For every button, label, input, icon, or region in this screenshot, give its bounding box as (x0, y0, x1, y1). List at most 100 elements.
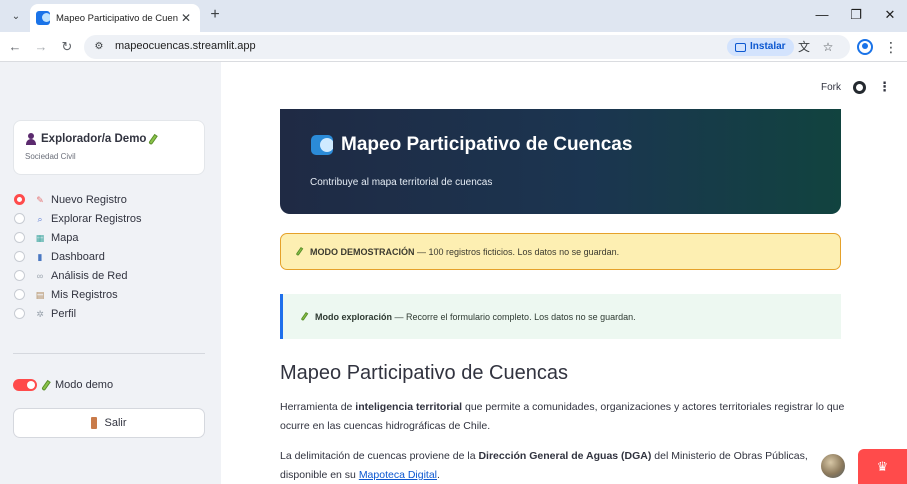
nav-item-label: Análisis de Red (51, 269, 128, 282)
app-toolbar: Fork ⋮ (821, 79, 891, 95)
creator-avatar[interactable] (820, 453, 846, 479)
memo-icon: ✎ (36, 194, 44, 205)
p2-text-after: . (437, 469, 440, 481)
user-card: Explorador/a Demo Sociedad Civil (13, 120, 205, 175)
address-bar: ← → ↻ ⚙ mapeocuencas.streamlit.app Insta… (0, 32, 907, 62)
map-icon: ▦ (35, 232, 45, 243)
github-icon[interactable] (853, 80, 866, 94)
radio-button[interactable] (14, 308, 25, 319)
radio-button[interactable] (14, 194, 25, 205)
minimize-button[interactable]: — (808, 4, 836, 26)
mapoteca-link[interactable]: Mapoteca Digital (359, 469, 437, 481)
person-icon (26, 133, 36, 145)
bar-chart-icon: ▮ (37, 251, 43, 262)
hero-banner: Mapeo Participativo de Cuencas Contribuy… (280, 109, 841, 214)
new-tab-button[interactable]: + (205, 5, 225, 25)
nav-item-label: Perfil (51, 307, 77, 320)
test-tube-icon (148, 133, 159, 145)
nav-item-label: Nuevo Registro (51, 193, 127, 206)
demo-mode-toggle-row[interactable]: Modo demo (13, 379, 113, 391)
hero-title: Mapeo Participativo de Cuencas (341, 134, 633, 155)
radio-button[interactable] (14, 251, 25, 262)
test-tube-icon (300, 311, 309, 322)
translate-icon[interactable]: ⽂ (796, 39, 812, 55)
app-menu-icon[interactable]: ⋮ (878, 79, 891, 95)
page-heading: Mapeo Participativo de Cuencas (280, 362, 568, 384)
back-button[interactable]: ← (4, 36, 26, 58)
exploration-mode-info: Modo exploración — Recorre el formulario… (280, 294, 841, 339)
p2-text: La delimitación de cuencas proviene de l… (280, 450, 479, 462)
nav-item-4[interactable]: ∞ Análisis de Red (14, 266, 141, 285)
logout-button[interactable]: Salir (13, 408, 205, 438)
forward-button[interactable]: → (30, 36, 52, 58)
water-wave-icon (311, 135, 333, 155)
demo-warning-strong: MODO DEMOSTRACIÓN (310, 246, 415, 257)
main-content: Fork ⋮ Mapeo Participativo de Cuencas Co… (221, 62, 907, 484)
radio-button[interactable] (14, 270, 25, 281)
radio-button[interactable] (14, 289, 25, 300)
sidebar: Explorador/a Demo Sociedad Civil ✎ Nuevo … (0, 62, 221, 484)
nav-item-1[interactable]: ⌕ Explorar Registros (14, 209, 141, 228)
omnibox[interactable]: ⚙ mapeocuencas.streamlit.app Instalar ⽂ … (84, 35, 850, 59)
tab-list-dropdown[interactable]: ⌄ (6, 6, 26, 26)
fork-link[interactable]: Fork (821, 82, 841, 93)
install-icon (735, 42, 746, 52)
demo-mode-warning: MODO DEMOSTRACIÓN — 100 registros fictic… (280, 233, 841, 270)
intro-paragraph: Herramienta de inteligencia territorial … (280, 398, 846, 436)
site-info-icon[interactable]: ⚙ (92, 40, 106, 54)
browser-tab[interactable]: Mapeo Participativo de Cuencas ✕ (30, 4, 200, 32)
test-tube-icon (295, 246, 304, 257)
nav-item-label: Mapa (51, 231, 79, 244)
maximize-button[interactable]: ❐ (842, 4, 870, 26)
user-name: Explorador/a Demo (41, 133, 147, 145)
demo-mode-label: Modo demo (55, 379, 114, 391)
exploration-info-body: — Recorre el formulario completo. Los da… (392, 311, 636, 322)
crown-icon: ♛ (876, 458, 889, 474)
reload-button[interactable]: ↻ (56, 36, 78, 58)
streamlit-badge[interactable]: ♛ (858, 449, 907, 484)
exploration-info-strong: Modo exploración (315, 311, 393, 322)
user-role: Sociedad Civil (25, 152, 76, 161)
exploration-info-text: Modo exploración — Recorre el formulario… (315, 312, 636, 322)
radio-button[interactable] (14, 232, 25, 243)
demo-warning-text: MODO DEMOSTRACIÓN — 100 registros fictic… (310, 247, 619, 257)
nav-item-label: Explorar Registros (51, 212, 142, 225)
demo-mode-toggle[interactable] (13, 379, 37, 391)
window-close-button[interactable]: ✕ (876, 4, 904, 26)
install-app-button[interactable]: Instalar (727, 38, 794, 56)
demo-warning-body: — 100 registros ficticios. Los datos no … (414, 246, 620, 257)
nav-item-label: Mis Registros (51, 288, 118, 301)
p2-strong: Dirección General de Aguas (DGA) (478, 450, 652, 462)
p1-strong: inteligencia territorial (355, 401, 463, 413)
nav-radio-group: ✎ Nuevo Registro ⌕ Explorar Registros ▦ Mapa ▮… (14, 190, 141, 323)
magnifier-icon: ⌕ (37, 213, 43, 224)
nav-item-6[interactable]: ✲ Perfil (14, 304, 141, 323)
radio-button[interactable] (14, 213, 25, 224)
url-text[interactable]: mapeocuencas.streamlit.app (115, 40, 256, 52)
nav-item-3[interactable]: ▮ Dashboard (14, 247, 141, 266)
hero-subtitle: Contribuye al mapa territorial de cuenca… (310, 177, 493, 188)
link-icon: ∞ (36, 270, 44, 281)
browser-menu-icon[interactable]: ⋮ (883, 37, 899, 57)
tab-title: Mapeo Participativo de Cuencas (56, 12, 178, 24)
p1-text: Herramienta de (280, 401, 356, 413)
test-tube-icon (41, 379, 51, 391)
profile-avatar-icon[interactable] (857, 39, 873, 55)
nav-item-5[interactable]: ▤ Mis Registros (14, 285, 141, 304)
browser-tab-bar: ⌄ Mapeo Participativo de Cuencas ✕ + — ❐… (0, 0, 907, 32)
user-name-row: Explorador/a Demo (26, 133, 159, 145)
clipboard-icon: ▤ (35, 289, 45, 300)
nav-item-label: Dashboard (51, 250, 105, 263)
door-icon (91, 417, 98, 429)
hero-title-row: Mapeo Participativo de Cuencas (311, 134, 632, 156)
sidebar-divider (13, 353, 205, 354)
gear-icon: ✲ (36, 308, 44, 319)
nav-item-2[interactable]: ▦ Mapa (14, 228, 141, 247)
nav-item-0[interactable]: ✎ Nuevo Registro (14, 190, 141, 209)
install-label: Instalar (750, 41, 786, 52)
logout-label: Salir (104, 417, 127, 429)
bookmark-star-icon[interactable]: ☆ (820, 39, 836, 55)
streamlit-favicon-icon (36, 11, 50, 25)
source-paragraph: La delimitación de cuencas proviene de l… (280, 447, 846, 484)
tab-close-icon[interactable]: ✕ (178, 10, 194, 26)
